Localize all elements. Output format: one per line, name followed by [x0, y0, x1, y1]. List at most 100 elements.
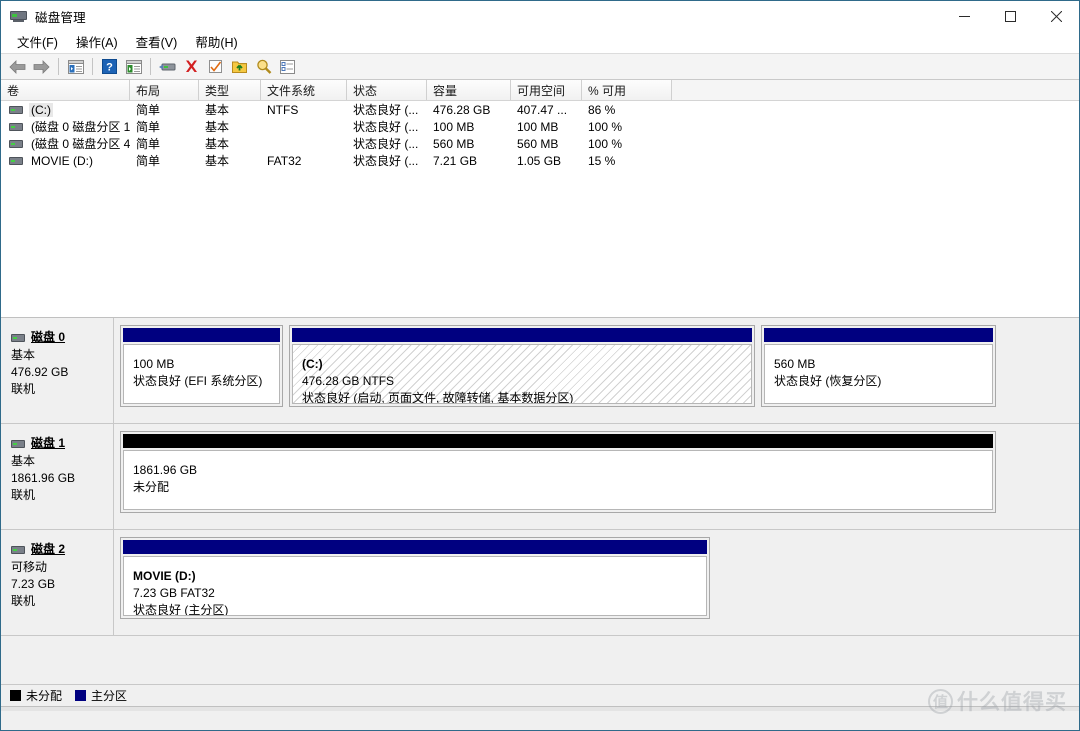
drive-icon [9, 139, 23, 148]
cell-capacity: 560 MB [433, 136, 475, 151]
cell-type: 基本 [205, 120, 230, 134]
toolbar-separator [92, 58, 93, 75]
close-button[interactable] [1033, 1, 1079, 31]
disk-type: 基本 [11, 454, 36, 468]
horizontal-scrollbar-track[interactable] [1, 707, 1079, 711]
partition-details: 560 MB 状态良好 (恢复分区) [764, 344, 993, 404]
disk-type: 可移动 [11, 560, 48, 574]
show-action-pane-icon[interactable] [122, 56, 145, 78]
partition-color-bar [123, 434, 993, 448]
properties-icon[interactable] [204, 56, 227, 78]
rescan-disks-icon[interactable] [156, 56, 179, 78]
minimize-button[interactable] [941, 1, 987, 31]
partition-block[interactable]: 100 MB 状态良好 (EFI 系统分区) [120, 325, 283, 407]
disk-name: 磁盘 0 [31, 330, 66, 344]
column-header-7[interactable]: % 可用 [582, 80, 672, 100]
cell-layout: 简单 [136, 120, 161, 134]
cell-type: 基本 [205, 103, 230, 117]
column-header-0[interactable]: 卷 [1, 80, 130, 100]
cell-volume: MOVIE (D:) [1, 154, 130, 168]
show-hide-console-tree-icon[interactable] [64, 56, 87, 78]
cell-free: 407.47 ... [517, 102, 568, 117]
disk-size: 1861.96 GB [11, 471, 76, 485]
column-header-4[interactable]: 状态 [347, 80, 427, 100]
window-title: 磁盘管理 [35, 10, 86, 25]
table-row[interactable]: (C:) 简单 基本 NTFS 状态良好 (... 476.28 GB 407.47 ...… [1, 101, 1079, 118]
legend-swatch [10, 690, 21, 701]
legend-item: 未分配 [10, 687, 62, 704]
partition-status: 未分配 [133, 480, 170, 494]
volume-name: (磁盘 0 磁盘分区 1) [31, 120, 130, 134]
menu-bar: 文件(F) 操作(A) 查看(V) 帮助(H) [1, 31, 1079, 54]
disk-name: 磁盘 1 [31, 436, 66, 450]
cell-status: 状态良好 (... [353, 120, 419, 134]
cell-filesystem: NTFS [267, 102, 299, 117]
partition-block[interactable]: (C:) 476.28 GB NTFS 状态良好 (启动, 页面文件, 故障转储, … [289, 325, 755, 407]
partition-block[interactable]: 1861.96 GB 未分配 [120, 431, 996, 513]
menu-action[interactable]: 操作(A) [68, 30, 128, 54]
table-row[interactable]: (磁盘 0 磁盘分区 1) 简单 基本 状态良好 (... 100 MB 100 MB 10… [1, 118, 1079, 135]
disk-title: 磁盘 0 [11, 329, 113, 346]
disk-info-panel[interactable]: 磁盘 0 基本 476.92 GB 联机 [1, 318, 114, 423]
menu-file[interactable]: 文件(F) [9, 30, 68, 54]
detail-view-icon[interactable] [276, 56, 299, 78]
disk-drive-icon [10, 8, 28, 24]
column-header-5[interactable]: 容量 [427, 80, 511, 100]
forward-icon[interactable] [30, 56, 53, 78]
drive-icon [11, 545, 25, 554]
partition-size: 7.23 GB FAT32 [133, 586, 215, 600]
help-icon[interactable]: ? [98, 56, 121, 78]
back-icon[interactable] [6, 56, 29, 78]
cell-status: 状态良好 (... [353, 137, 419, 151]
column-header-2[interactable]: 类型 [199, 80, 261, 100]
disk-name: 磁盘 2 [31, 542, 66, 556]
disk-info-panel[interactable]: 磁盘 2 可移动 7.23 GB 联机 [1, 530, 114, 635]
search-icon[interactable] [252, 56, 275, 78]
partition-block[interactable]: 560 MB 状态良好 (恢复分区) [761, 325, 996, 407]
disk-size: 476.92 GB [11, 365, 69, 379]
column-header-6[interactable]: 可用空间 [511, 80, 582, 100]
partition-label: MOVIE (D:) [133, 569, 196, 583]
volume-name: (磁盘 0 磁盘分区 4) [31, 137, 130, 151]
menu-help[interactable]: 帮助(H) [187, 30, 247, 54]
partition-block[interactable]: MOVIE (D:) 7.23 GB FAT32 状态良好 (主分区) [120, 537, 710, 619]
drive-icon [9, 105, 23, 114]
partition-label: (C:) [302, 357, 323, 371]
disk-graphic-pane: 磁盘 0 基本 476.92 GB 联机 100 MB 状态良好 (EFI 系统分区) (C… [1, 318, 1079, 684]
cell-free: 560 MB [517, 136, 559, 151]
disk-title: 磁盘 1 [11, 435, 113, 452]
cell-free: 100 MB [517, 119, 559, 134]
cell-capacity: 100 MB [433, 119, 475, 134]
legend-label: 未分配 [26, 689, 63, 703]
cell-type: 基本 [205, 137, 230, 151]
table-row[interactable]: (磁盘 0 磁盘分区 4) 简单 基本 状态良好 (... 560 MB 560 MB 10… [1, 135, 1079, 152]
drive-icon [11, 333, 25, 342]
menu-view[interactable]: 查看(V) [128, 30, 188, 54]
table-row[interactable]: MOVIE (D:) 简单 基本 FAT32 状态良好 (... 7.21 GB 1.05 … [1, 152, 1079, 169]
disk-state: 联机 [11, 382, 36, 396]
cell-percent_free: 100 % [588, 119, 623, 134]
disk-row: 磁盘 0 基本 476.92 GB 联机 100 MB 状态良好 (EFI 系统分区) (C… [1, 318, 1079, 424]
partition-strip: MOVIE (D:) 7.23 GB FAT32 状态良好 (主分区) [114, 530, 1079, 635]
delete-icon[interactable] [180, 56, 203, 78]
cell-status: 状态良好 (... [353, 103, 419, 117]
cell-volume: (C:) [1, 102, 130, 117]
cell-free: 1.05 GB [517, 153, 562, 168]
column-header-1[interactable]: 布局 [130, 80, 199, 100]
legend-label: 主分区 [91, 689, 128, 703]
cell-percent_free: 100 % [588, 136, 623, 151]
legend-item: 主分区 [75, 687, 127, 704]
partition-color-bar [292, 328, 752, 342]
maximize-button[interactable] [987, 1, 1033, 31]
cell-layout: 简单 [136, 103, 161, 117]
cell-volume: (磁盘 0 磁盘分区 4) [1, 135, 130, 152]
column-header-3[interactable]: 文件系统 [261, 80, 347, 100]
partition-status: 状态良好 (EFI 系统分区) [133, 374, 263, 388]
export-list-icon[interactable] [228, 56, 251, 78]
disk-info-panel[interactable]: 磁盘 1 基本 1861.96 GB 联机 [1, 424, 114, 529]
partition-status: 状态良好 (启动, 页面文件, 故障转储, 基本数据分区) [302, 391, 574, 404]
window-controls [941, 1, 1079, 31]
partition-details: MOVIE (D:) 7.23 GB FAT32 状态良好 (主分区) [123, 556, 707, 616]
partition-color-bar [123, 328, 280, 342]
cell-percent_free: 86 % [588, 102, 616, 117]
